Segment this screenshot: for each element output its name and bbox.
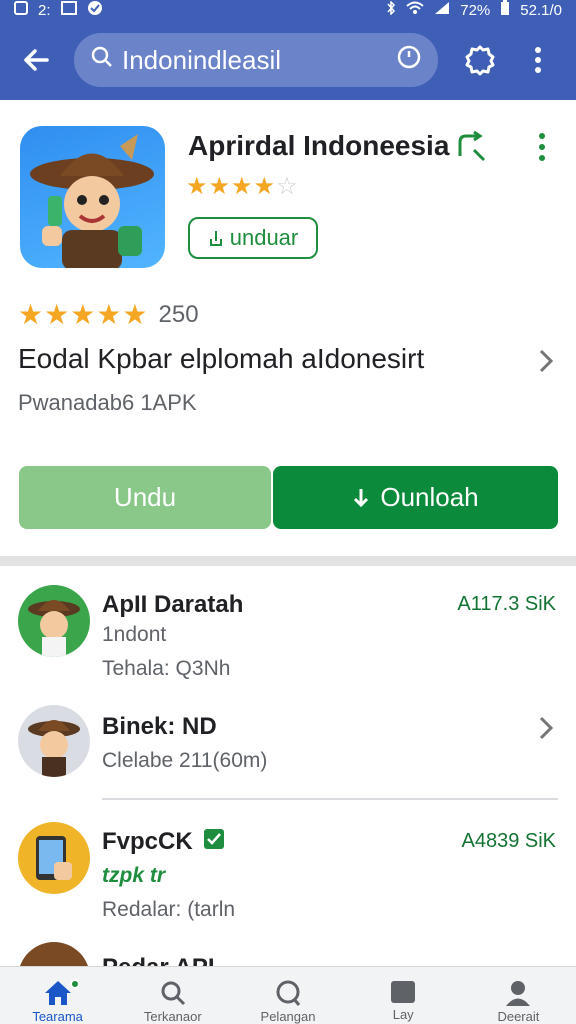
voice-search-icon[interactable] bbox=[396, 44, 422, 77]
status-bar: 2: 72% 52.1/0 bbox=[0, 0, 576, 20]
notification-icon bbox=[14, 1, 28, 19]
nav-item-account[interactable]: Deerait bbox=[461, 967, 576, 1024]
list-item-title: FvpcCK bbox=[102, 828, 225, 857]
search-input[interactable]: Indonindleasil bbox=[122, 45, 396, 76]
person-icon bbox=[506, 981, 531, 1006]
list-item-line: tzpk tr bbox=[102, 864, 165, 887]
nav-item-library[interactable]: Lay bbox=[346, 967, 461, 1024]
status-left-text: 2: bbox=[38, 1, 51, 19]
app-description[interactable]: Eodal Kpbar elplomah aIdonesirt bbox=[18, 343, 538, 375]
rating-summary: ★★★★★ 250 bbox=[18, 298, 199, 331]
check-icon bbox=[87, 0, 103, 20]
list-item[interactable]: Binek: ND Clelabe 211(60m) bbox=[0, 705, 576, 785]
more-vert-icon bbox=[535, 47, 541, 73]
avatar bbox=[18, 822, 90, 894]
nav-item-browse[interactable]: Pelangan bbox=[230, 967, 345, 1024]
install-button-label: unduar bbox=[229, 225, 299, 250]
nav-label: Pelangan bbox=[260, 1009, 316, 1024]
avatar bbox=[18, 705, 90, 777]
list-item[interactable]: ApII Daratah 1ndont Tehala: Q3Nh A117.3 … bbox=[0, 585, 576, 695]
app-star-rating: ★★★★☆ bbox=[186, 173, 299, 200]
home-icon bbox=[44, 981, 71, 1005]
list-item-title: Pedar API bbox=[102, 954, 215, 966]
search-icon bbox=[90, 45, 114, 76]
list-item-title: ApII Daratah bbox=[102, 591, 244, 618]
image-icon bbox=[60, 1, 77, 19]
settings-button[interactable] bbox=[458, 38, 502, 82]
bottom-navigation: Tearama Terkanaor Pelangan Lay Deerait bbox=[0, 966, 576, 1024]
back-button[interactable] bbox=[14, 38, 58, 82]
download-icon bbox=[209, 231, 222, 246]
bluetooth-icon bbox=[386, 0, 396, 19]
battery-icon bbox=[500, 0, 510, 20]
app-title: Aprirdal Indoneesia bbox=[188, 130, 450, 161]
chevron-right-icon[interactable] bbox=[536, 715, 556, 741]
clock: 52.1/0 bbox=[520, 1, 562, 19]
nav-label: Tearama bbox=[32, 1009, 83, 1024]
share-icon[interactable] bbox=[454, 128, 490, 164]
list-item[interactable]: FvpcCK tzpk tr Redalar: (tarln A4839 SiK bbox=[0, 822, 576, 932]
battery-percent: 72% bbox=[460, 1, 491, 19]
overflow-menu-button[interactable] bbox=[516, 38, 560, 82]
avatar bbox=[18, 585, 90, 657]
nav-item-home[interactable]: Tearama bbox=[0, 967, 115, 1024]
chevron-right-icon[interactable] bbox=[536, 348, 556, 374]
app-more-icon[interactable] bbox=[530, 130, 554, 164]
list-item-line: Redalar: (tarln bbox=[102, 898, 236, 921]
secondary-action-label: Undu bbox=[113, 482, 177, 512]
list-item-line: Tehala: Q3Nh bbox=[102, 657, 231, 680]
primary-download-button[interactable]: Ounloah bbox=[273, 466, 558, 529]
install-button[interactable]: unduar bbox=[188, 217, 318, 259]
app-bar: Indonindleasil bbox=[0, 20, 576, 100]
list-item-title: Binek: ND bbox=[102, 713, 217, 740]
list-divider bbox=[102, 798, 558, 800]
notification-badge bbox=[70, 979, 80, 989]
list-item-meta: A117.3 SiK bbox=[457, 593, 556, 615]
verified-icon bbox=[203, 828, 225, 857]
section-divider bbox=[0, 556, 576, 566]
list-item-title-text: FvpcCK bbox=[102, 828, 193, 855]
rating-count: 250 bbox=[158, 300, 199, 328]
list-item-line: 1ndont bbox=[102, 623, 167, 646]
app-subtitle: Pwanadab6 1APK bbox=[18, 390, 197, 415]
search-bar[interactable]: Indonindleasil bbox=[74, 33, 438, 87]
nav-item-search[interactable]: Terkanaor bbox=[115, 967, 230, 1024]
search-icon bbox=[276, 980, 301, 1006]
list-item-line: Clelabe 211(60m) bbox=[102, 749, 268, 772]
arrow-left-icon bbox=[24, 49, 49, 71]
folder-icon bbox=[391, 981, 416, 1003]
download-arrow-icon bbox=[354, 488, 369, 507]
wifi-icon bbox=[406, 1, 424, 19]
signal-icon bbox=[434, 1, 450, 19]
primary-action-label: Ounloah bbox=[380, 482, 479, 512]
gear-icon bbox=[465, 45, 495, 76]
nav-label: Deerait bbox=[497, 1009, 540, 1024]
avatar bbox=[18, 942, 90, 966]
secondary-action-button[interactable]: Undu bbox=[19, 466, 271, 529]
nav-label: Lay bbox=[392, 1007, 414, 1022]
rating-stars: ★★★★★ bbox=[18, 299, 149, 330]
list-item-meta: A4839 SiK bbox=[461, 830, 556, 852]
list-item[interactable]: Pedar API bbox=[0, 940, 576, 966]
nav-label: Terkanaor bbox=[143, 1009, 202, 1024]
search-icon bbox=[161, 981, 185, 1006]
app-icon[interactable] bbox=[20, 126, 165, 268]
